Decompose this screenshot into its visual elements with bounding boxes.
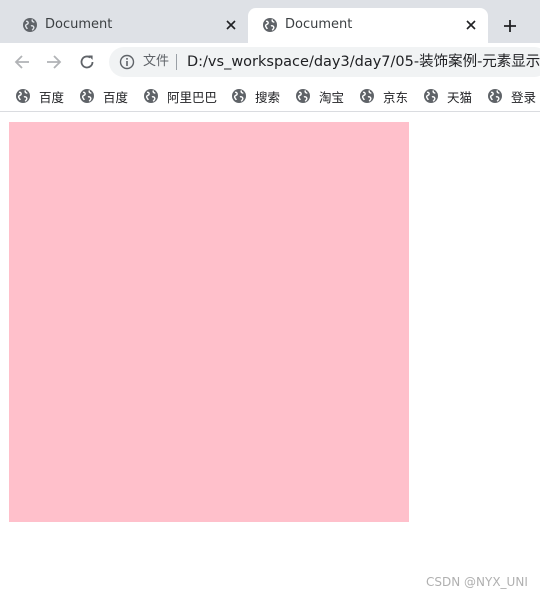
globe-icon bbox=[488, 89, 502, 103]
bookmark-search[interactable]: 搜索 bbox=[231, 87, 280, 105]
bookmark-label: 天猫 bbox=[447, 89, 473, 105]
plus-icon bbox=[504, 20, 516, 32]
arrow-left-icon bbox=[14, 55, 29, 69]
globe-icon bbox=[360, 89, 374, 103]
globe-icon bbox=[144, 89, 158, 103]
new-tab-button[interactable] bbox=[498, 14, 522, 38]
bookmark-label: 京东 bbox=[383, 89, 409, 105]
tab-title: Document bbox=[45, 17, 113, 32]
globe-icon bbox=[232, 89, 246, 103]
bookmark-tmall[interactable]: 天猫 bbox=[423, 87, 472, 105]
globe-icon bbox=[424, 89, 438, 103]
globe-icon bbox=[23, 18, 37, 32]
bookmark-taobao[interactable]: 淘宝 bbox=[295, 87, 344, 105]
file-label: 文件 bbox=[143, 54, 170, 69]
bookmark-label: 阿里巴巴 bbox=[167, 89, 218, 105]
globe-icon bbox=[263, 18, 277, 32]
bookmark-label: 百度 bbox=[39, 89, 65, 105]
bookmark-alibaba[interactable]: 阿里巴巴 bbox=[143, 87, 217, 105]
page-content: CSDN @NYX_UNI bbox=[0, 113, 540, 598]
bookmark-label: 百度 bbox=[103, 89, 129, 105]
globe-icon bbox=[296, 89, 310, 103]
forward-button[interactable] bbox=[41, 49, 67, 75]
url-text[interactable]: D:/vs_workspace/day3/day7/05-装饰案例-元素显示隐藏 bbox=[187, 52, 540, 72]
bookmark-login[interactable]: 登录 bbox=[487, 87, 536, 105]
bookmark-baidu-2[interactable]: 百度 bbox=[79, 87, 128, 105]
arrow-right-icon bbox=[47, 55, 62, 69]
bookmark-label: 登录 bbox=[511, 89, 537, 105]
divider bbox=[176, 54, 177, 70]
tab-document-1[interactable]: Document bbox=[8, 8, 248, 43]
info-icon[interactable] bbox=[119, 54, 135, 70]
bookmarks-bar: 百度 百度 阿里巴巴 搜索 淘宝 京东 天猫 登录 bbox=[0, 81, 540, 112]
globe-icon bbox=[16, 89, 30, 103]
bookmark-baidu[interactable]: 百度 bbox=[15, 87, 64, 105]
reload-button[interactable] bbox=[74, 49, 100, 75]
bookmark-label: 搜索 bbox=[255, 89, 281, 105]
tab-title: Document bbox=[285, 17, 353, 32]
address-bar[interactable]: 文件 D:/vs_workspace/day3/day7/05-装饰案例-元素显… bbox=[109, 47, 540, 77]
tab-strip: Document Document bbox=[0, 0, 540, 43]
pink-box bbox=[9, 122, 409, 522]
bookmark-jd[interactable]: 京东 bbox=[359, 87, 408, 105]
globe-icon bbox=[80, 89, 94, 103]
bookmark-label: 淘宝 bbox=[319, 89, 345, 105]
reload-icon bbox=[80, 55, 94, 69]
tab-document-2[interactable]: Document bbox=[248, 8, 488, 43]
close-icon[interactable] bbox=[222, 16, 240, 34]
watermark: CSDN @NYX_UNI bbox=[426, 575, 528, 589]
close-icon[interactable] bbox=[462, 16, 480, 34]
toolbar: 文件 D:/vs_workspace/day3/day7/05-装饰案例-元素显… bbox=[0, 43, 540, 81]
back-button[interactable] bbox=[9, 49, 35, 75]
